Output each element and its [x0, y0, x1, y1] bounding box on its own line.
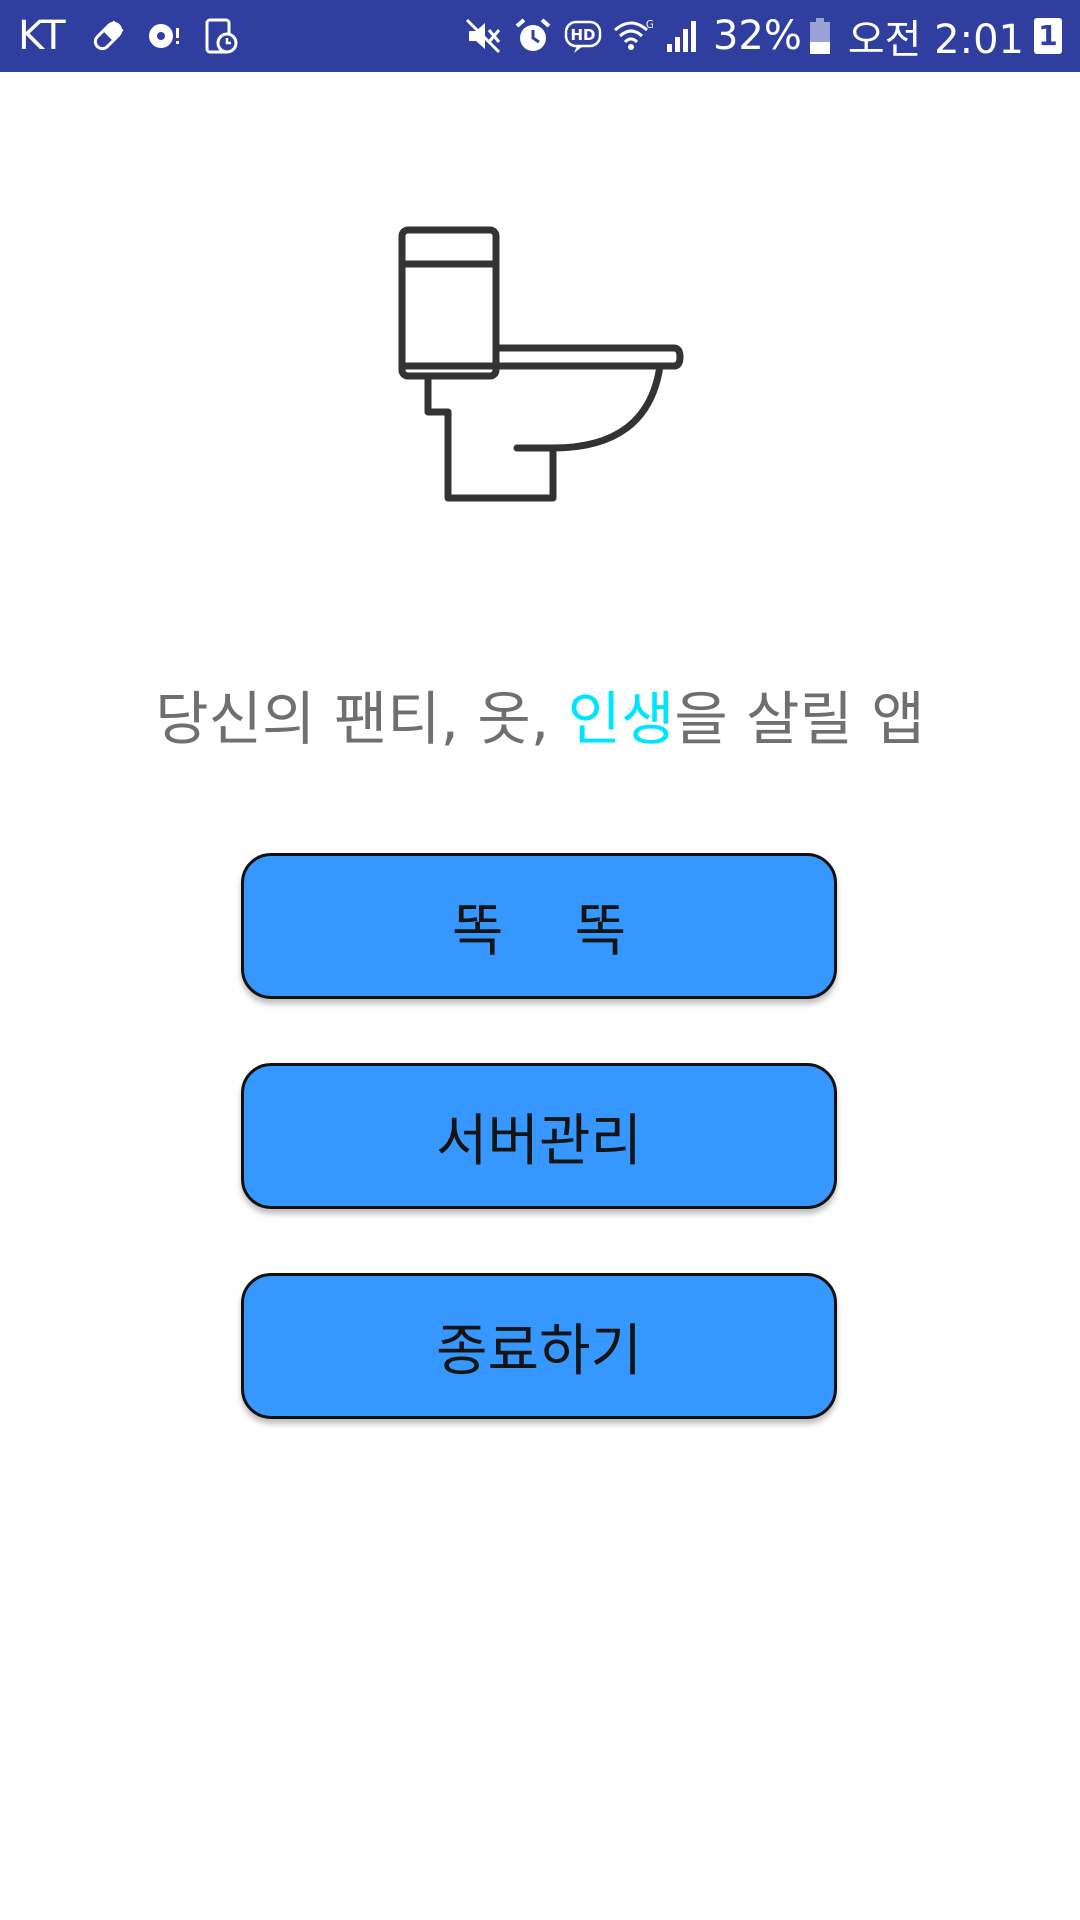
battery-percent: 32% — [712, 13, 802, 59]
notification-count-badge: 1 — [1034, 18, 1062, 54]
sync-alert-icon — [144, 16, 184, 56]
status-bar: KT HD G 32% 오전 2:01 1 — [0, 0, 1080, 72]
hd-voice-icon: HD — [563, 16, 603, 56]
server-management-button[interactable]: 서버관리 — [241, 1063, 837, 1209]
carrier-label: KT — [18, 13, 66, 59]
toilet-icon — [380, 212, 700, 592]
phone-clock-icon — [200, 16, 240, 56]
main-screen: 당신의 팬티, 옷, 인생을 살릴 앱 똑 똑 서버관리 종료하기 — [0, 72, 1080, 1920]
svg-text:HD: HD — [570, 26, 595, 44]
svg-text:G: G — [646, 18, 653, 31]
exit-button[interactable]: 종료하기 — [241, 1273, 837, 1419]
tagline-text-start: 당신의 팬티, 옷, — [155, 685, 568, 753]
tagline-text-end: 을 살릴 앱 — [674, 685, 925, 753]
pill-icon — [88, 16, 128, 56]
tagline-highlight: 인생 — [567, 685, 675, 753]
knock-button[interactable]: 똑 똑 — [241, 853, 837, 999]
status-left: KT — [18, 13, 256, 59]
tagline: 당신의 팬티, 옷, 인생을 살릴 앱 — [0, 672, 1080, 756]
signal-icon — [663, 16, 703, 56]
wifi-icon: G — [613, 16, 653, 56]
status-right: HD G 32% 오전 2:01 1 — [463, 7, 1062, 65]
clock: 오전 2:01 — [847, 17, 1024, 63]
alarm-icon — [513, 16, 553, 56]
mute-icon — [463, 16, 503, 56]
battery-icon — [808, 16, 832, 56]
